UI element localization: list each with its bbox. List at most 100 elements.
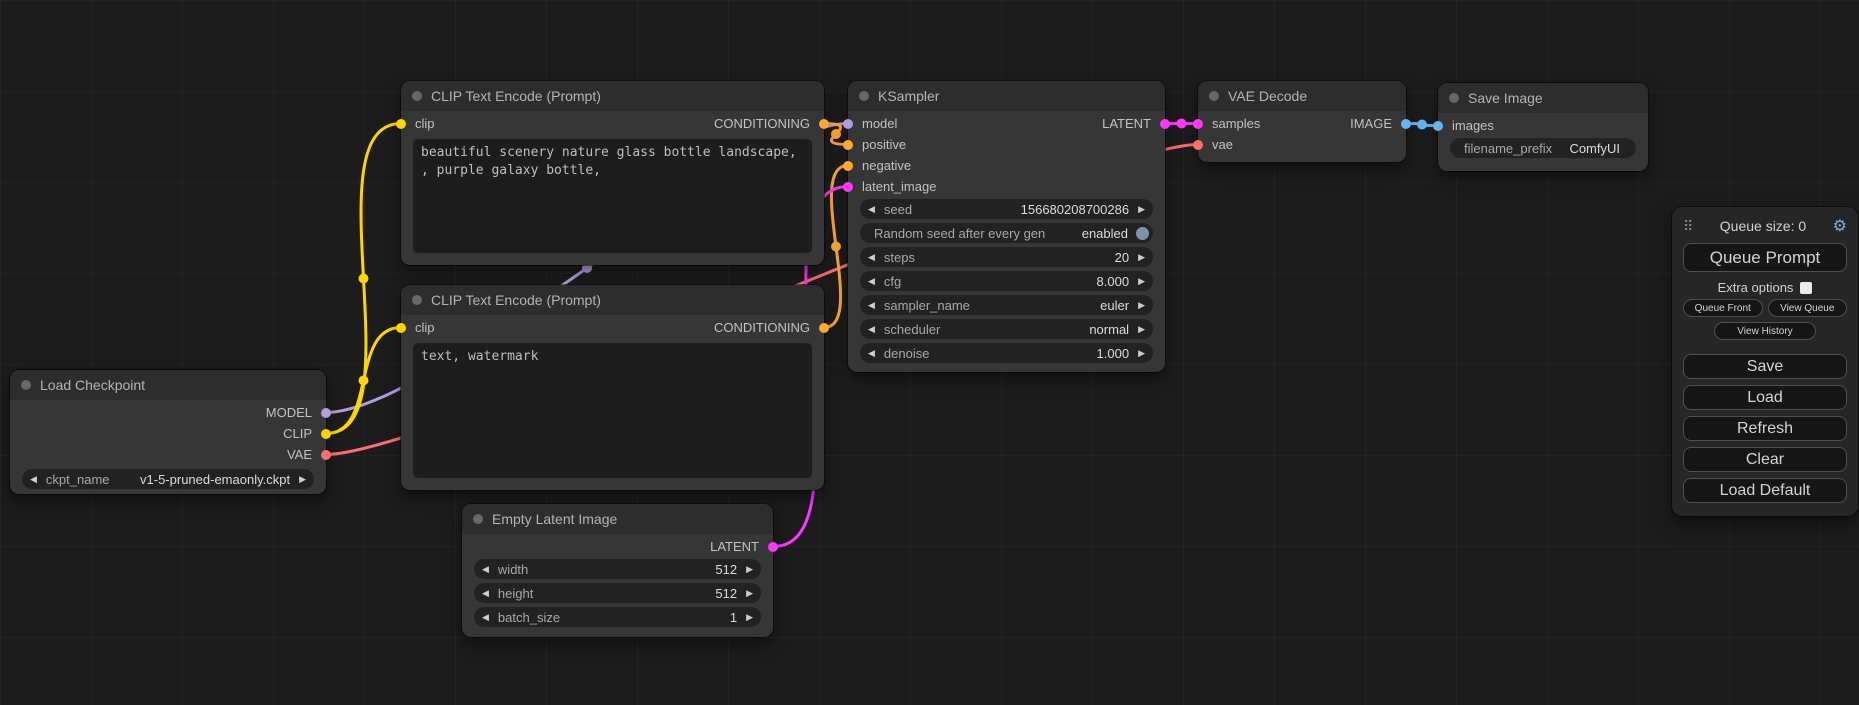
right-arrow-icon[interactable]: ▶ xyxy=(746,589,753,598)
widget-value: v1-5-pruned-emaonly.ckpt xyxy=(140,472,290,487)
node-clip-text-encode-negative[interactable]: CLIP Text Encode (Prompt) clip CONDITION… xyxy=(401,285,824,490)
node-title-bar[interactable]: VAE Decode xyxy=(1198,81,1406,111)
node-vae-decode[interactable]: VAE Decode samples IMAGE vae xyxy=(1198,81,1406,162)
slot-row: samples IMAGE xyxy=(1198,113,1406,134)
node-ksampler[interactable]: KSampler model LATENT positive xyxy=(848,81,1165,372)
collapse-dot-icon[interactable] xyxy=(412,91,422,101)
output-slot-vae: VAE xyxy=(287,444,326,465)
collapse-dot-icon[interactable] xyxy=(21,380,31,390)
clip-output-dot[interactable] xyxy=(321,429,331,439)
graph-canvas[interactable]: Load Checkpoint MODEL CLIP VAE xyxy=(0,0,1859,705)
collapse-dot-icon[interactable] xyxy=(1209,91,1219,101)
save-button[interactable]: Save xyxy=(1683,354,1847,379)
left-arrow-icon[interactable]: ◀ xyxy=(868,277,875,286)
node-title-bar[interactable]: KSampler xyxy=(848,81,1165,111)
view-queue-button[interactable]: View Queue xyxy=(1768,299,1848,317)
samples-input-dot[interactable] xyxy=(1193,119,1203,129)
left-arrow-icon[interactable]: ◀ xyxy=(868,325,875,334)
clip-input-dot[interactable] xyxy=(396,119,406,129)
collapse-dot-icon[interactable] xyxy=(412,295,422,305)
latent-image-input-dot[interactable] xyxy=(843,182,853,192)
drag-handle-icon[interactable]: ⠿ xyxy=(1683,218,1693,235)
latent-output-dot[interactable] xyxy=(768,542,778,552)
right-arrow-icon[interactable]: ▶ xyxy=(1138,325,1145,334)
collapse-dot-icon[interactable] xyxy=(473,514,483,524)
refresh-button[interactable]: Refresh xyxy=(1683,416,1847,441)
load-button[interactable]: Load xyxy=(1683,385,1847,410)
images-input-dot[interactable] xyxy=(1433,121,1443,131)
left-arrow-icon[interactable]: ◀ xyxy=(868,301,875,310)
node-load-checkpoint[interactable]: Load Checkpoint MODEL CLIP VAE xyxy=(10,370,326,494)
settings-gear-icon[interactable]: ⚙ xyxy=(1833,216,1847,236)
input-slot-clip: clip xyxy=(401,317,435,338)
model-input-dot[interactable] xyxy=(843,119,853,129)
scheduler-widget[interactable]: ◀ scheduler normal ▶ xyxy=(860,319,1153,339)
model-output-dot[interactable] xyxy=(321,408,331,418)
positive-input-dot[interactable] xyxy=(843,140,853,150)
queue-prompt-button[interactable]: Queue Prompt xyxy=(1683,243,1847,272)
collapse-dot-icon[interactable] xyxy=(1449,93,1459,103)
right-arrow-icon[interactable]: ▶ xyxy=(1138,349,1145,358)
conditioning-output-dot[interactable] xyxy=(819,323,829,333)
sampler-name-widget[interactable]: ◀ sampler_name euler ▶ xyxy=(860,295,1153,315)
vae-input-dot[interactable] xyxy=(1193,140,1203,150)
negative-input-dot[interactable] xyxy=(843,161,853,171)
clip-input-dot[interactable] xyxy=(396,323,406,333)
negative-prompt-text-input[interactable]: text, watermark xyxy=(413,343,812,478)
queue-front-button[interactable]: Queue Front xyxy=(1683,299,1763,317)
left-arrow-icon[interactable]: ◀ xyxy=(482,565,489,574)
node-title: KSampler xyxy=(878,88,939,104)
node-body: LATENT ◀ width 512 ▶ ◀ height 512 ▶ ◀ ba… xyxy=(462,534,773,637)
output-slot-label: MODEL xyxy=(266,405,312,420)
seed-widget[interactable]: ◀ seed 156680208700286 ▶ xyxy=(860,199,1153,219)
denoise-widget[interactable]: ◀ denoise 1.000 ▶ xyxy=(860,343,1153,363)
slot-row: LATENT xyxy=(462,536,773,557)
batch-size-widget[interactable]: ◀ batch_size 1 ▶ xyxy=(474,607,761,627)
right-arrow-icon[interactable]: ▶ xyxy=(299,475,306,484)
input-slot-clip: clip xyxy=(401,113,435,134)
steps-widget[interactable]: ◀ steps 20 ▶ xyxy=(860,247,1153,267)
left-arrow-icon[interactable]: ◀ xyxy=(868,253,875,262)
right-arrow-icon[interactable]: ▶ xyxy=(746,565,753,574)
left-arrow-icon[interactable]: ◀ xyxy=(868,349,875,358)
link-midpoint-dot xyxy=(831,242,841,252)
right-arrow-icon[interactable]: ▶ xyxy=(1138,301,1145,310)
right-arrow-icon[interactable]: ▶ xyxy=(1138,277,1145,286)
toggle-indicator-icon[interactable] xyxy=(1136,227,1149,240)
view-history-button[interactable]: View History xyxy=(1714,322,1816,340)
node-title-bar[interactable]: Empty Latent Image xyxy=(462,504,773,534)
ckpt-name-widget[interactable]: ◀ ckpt_name v1-5-pruned-emaonly.ckpt ▶ xyxy=(22,469,314,489)
node-title: VAE Decode xyxy=(1228,88,1307,104)
image-output-dot[interactable] xyxy=(1401,119,1411,129)
node-title-bar[interactable]: CLIP Text Encode (Prompt) xyxy=(401,81,824,111)
vae-output-dot[interactable] xyxy=(321,450,331,460)
right-arrow-icon[interactable]: ▶ xyxy=(1138,253,1145,262)
node-title-bar[interactable]: CLIP Text Encode (Prompt) xyxy=(401,285,824,315)
random-seed-toggle-widget[interactable]: Random seed after every gen enabled xyxy=(860,223,1153,243)
extra-options-checkbox[interactable] xyxy=(1800,282,1812,294)
node-clip-text-encode-positive[interactable]: CLIP Text Encode (Prompt) clip CONDITION… xyxy=(401,81,824,265)
positive-prompt-text-input[interactable]: beautiful scenery nature glass bottle la… xyxy=(413,139,812,253)
slot-row: negative xyxy=(848,155,1165,176)
clear-button[interactable]: Clear xyxy=(1683,447,1847,472)
node-save-image[interactable]: Save Image images filename_prefix ComfyU… xyxy=(1438,83,1648,171)
right-arrow-icon[interactable]: ▶ xyxy=(1138,205,1145,214)
left-arrow-icon[interactable]: ◀ xyxy=(482,589,489,598)
node-empty-latent-image[interactable]: Empty Latent Image LATENT ◀ width 512 ▶ … xyxy=(462,504,773,637)
cfg-widget[interactable]: ◀ cfg 8.000 ▶ xyxy=(860,271,1153,291)
right-arrow-icon[interactable]: ▶ xyxy=(746,613,753,622)
height-widget[interactable]: ◀ height 512 ▶ xyxy=(474,583,761,603)
load-default-button[interactable]: Load Default xyxy=(1683,478,1847,503)
filename-prefix-widget[interactable]: filename_prefix ComfyUI xyxy=(1450,138,1636,158)
latent-output-dot[interactable] xyxy=(1160,119,1170,129)
link-path xyxy=(326,328,401,434)
extra-options-row: Extra options xyxy=(1683,280,1847,295)
node-title-bar[interactable]: Load Checkpoint xyxy=(10,370,326,400)
node-title-bar[interactable]: Save Image xyxy=(1438,83,1648,113)
conditioning-output-dot[interactable] xyxy=(819,119,829,129)
left-arrow-icon[interactable]: ◀ xyxy=(30,475,37,484)
width-widget[interactable]: ◀ width 512 ▶ xyxy=(474,559,761,579)
left-arrow-icon[interactable]: ◀ xyxy=(868,205,875,214)
collapse-dot-icon[interactable] xyxy=(859,91,869,101)
left-arrow-icon[interactable]: ◀ xyxy=(482,613,489,622)
